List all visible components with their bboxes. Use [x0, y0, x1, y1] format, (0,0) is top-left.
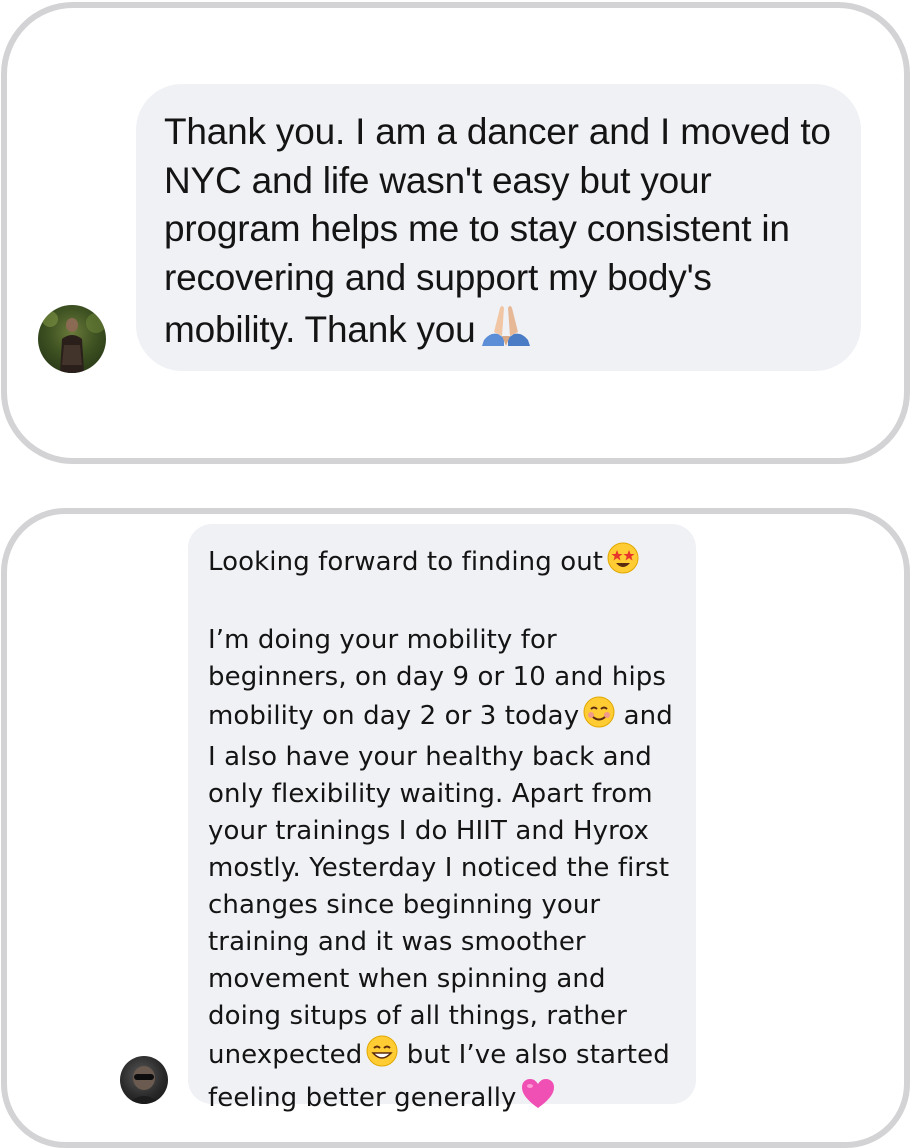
message-bubble: Thank you. I am a dancer and I moved to … — [136, 84, 861, 371]
smiling-face-icon — [583, 696, 615, 739]
person-photo-icon — [42, 311, 106, 373]
praying-hands-icon — [480, 302, 532, 359]
message-line: Looking forward to finding out — [208, 542, 684, 585]
sender-avatar[interactable] — [38, 305, 106, 373]
star-struck-icon — [607, 542, 639, 585]
pink-heart-icon — [521, 1078, 555, 1121]
sender-avatar-2[interactable] — [120, 1056, 168, 1104]
person-photo-icon — [128, 1066, 160, 1104]
grinning-face-icon — [366, 1035, 398, 1078]
message-paragraph: I’m doing your mobility for beginners, o… — [208, 622, 684, 1121]
message-bubble-2: Looking forward to finding out I’m doing… — [188, 524, 696, 1113]
